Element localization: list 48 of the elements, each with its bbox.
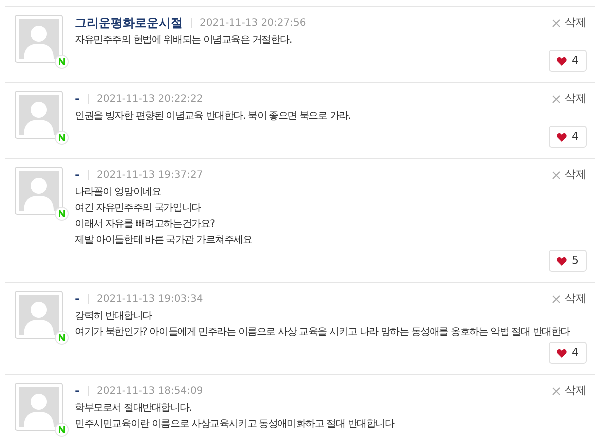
- avatar-icon: [15, 91, 63, 139]
- like-button[interactable]: 4: [549, 342, 587, 364]
- timestamp: 2021-11-13 19:37:27: [96, 168, 204, 182]
- comment-text: 강력히 반대합니다: [75, 310, 154, 324]
- close-icon: [552, 170, 561, 180]
- heart-icon: [557, 256, 567, 266]
- timestamp: 2021-11-13 19:03:34: [96, 292, 204, 306]
- heart-icon: [557, 132, 567, 142]
- close-icon: [552, 386, 561, 396]
- avatar-icon: [15, 291, 63, 339]
- n-badge-icon: [55, 331, 69, 345]
- comment-text: 이래서 자유를 빼려고하는건가요?: [75, 218, 216, 232]
- close-icon: [552, 294, 561, 304]
- timestamp: 2021-11-13 20:22:22: [96, 92, 204, 106]
- n-badge-icon: [55, 55, 69, 69]
- n-badge-icon: [55, 423, 69, 437]
- heart-icon: [557, 348, 567, 358]
- author-name[interactable]: -: [75, 166, 80, 184]
- like-button[interactable]: 4: [549, 126, 587, 148]
- comment-text: 학부모로서 절대반대합니다.: [75, 402, 193, 416]
- avatar-icon: [15, 383, 63, 431]
- author-name[interactable]: -: [75, 90, 80, 108]
- comment-text: 여기가 북한인가? 아이들에게 민주라는 이름으로 사상 교육을 시키고 나라 망하는 동성애를 옹호하는 악법 절대 반대한다: [75, 326, 572, 340]
- comment-text: 여긴 자유민주주의 국가입니다: [75, 202, 202, 216]
- delete-button[interactable]: 삭제: [552, 290, 587, 308]
- comment-text: 자유민주주의 헌법에 위배되는 이념교육은 거절한다.: [75, 34, 293, 48]
- timestamp: 2021-11-13 20:27:56: [200, 16, 306, 30]
- n-badge-icon: [55, 131, 69, 145]
- like-button[interactable]: 4: [549, 50, 587, 72]
- delete-button[interactable]: 삭제: [552, 90, 587, 108]
- author-name[interactable]: -: [75, 382, 80, 400]
- delete-button[interactable]: 삭제: [552, 166, 587, 184]
- comment-text: 인권을 빙자한 편향된 이념교육 반대한다. 북이 좋으면 북으로 가라.: [75, 110, 352, 124]
- comment-text: 제발 아이들한테 바른 국가관 가르쳐주세요: [75, 234, 254, 248]
- author-name[interactable]: -: [75, 290, 80, 308]
- avatar-icon: [15, 167, 63, 215]
- delete-button[interactable]: 삭제: [552, 14, 587, 32]
- n-badge-icon: [55, 207, 69, 221]
- comment-text: 민주시민교육이란 이름으로 사상교육시키고 동성애미화하고 절대 반대합니다: [75, 418, 396, 432]
- delete-button[interactable]: 삭제: [552, 382, 587, 400]
- close-icon: [552, 18, 561, 28]
- close-icon: [552, 94, 561, 104]
- author-name[interactable]: 그리운평화로운시절: [75, 14, 183, 32]
- heart-icon: [557, 56, 567, 66]
- comment-text: 나라꼴이 엉망이네요: [75, 186, 162, 200]
- avatar-icon: [15, 15, 63, 63]
- like-button[interactable]: 5: [549, 250, 587, 272]
- timestamp: 2021-11-13 18:54:09: [96, 384, 204, 398]
